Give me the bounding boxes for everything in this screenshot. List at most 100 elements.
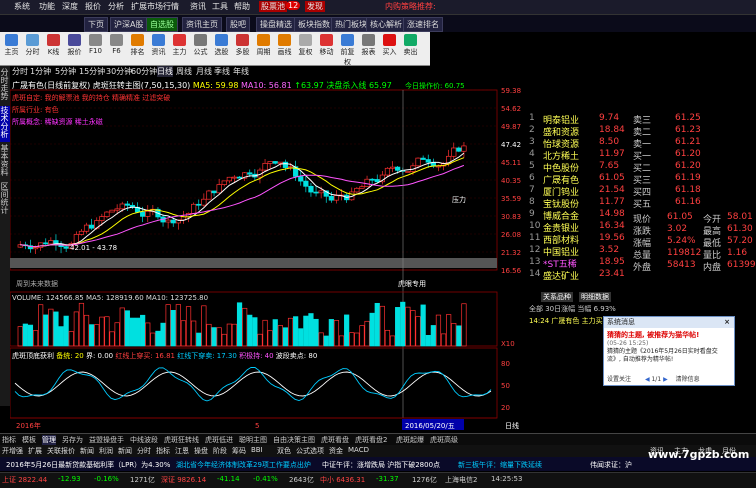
period-3[interactable]: 15分钟	[79, 66, 105, 77]
toolbar2-item-5[interactable]: 新闻	[118, 446, 132, 456]
toolbar2-item-9[interactable]: 操盘	[194, 446, 208, 456]
prev-icon[interactable]: ◀	[645, 376, 650, 383]
toolbar2-item-14[interactable]: 公式选项	[296, 446, 324, 456]
toolbar2-item-8[interactable]: 江恩	[175, 446, 189, 456]
nav-tab-0[interactable]: 下页	[84, 17, 108, 32]
nav-tab-1[interactable]: 沪深A股	[110, 17, 148, 32]
side-tab-0[interactable]: 分时走势	[0, 68, 10, 104]
menu-item-1[interactable]: 功能	[39, 1, 55, 12]
toolbar-timeshare-button[interactable]: 分时	[23, 34, 42, 57]
menu-item-3[interactable]: 报价	[85, 1, 101, 12]
period-7[interactable]: 周线	[176, 66, 192, 77]
toolbar-quote-button[interactable]: 报价	[65, 34, 84, 57]
toolbar2-item-12[interactable]: BBI	[251, 446, 263, 454]
toolbar-main-force-button[interactable]: 主力	[170, 34, 189, 57]
menu-item-2[interactable]: 深度	[62, 1, 78, 12]
toolbar2-item-2[interactable]: 关联报价	[47, 446, 75, 456]
nav-tab-3[interactable]: 资讯主页	[182, 17, 222, 32]
period-8[interactable]: 月线	[196, 66, 212, 77]
indicator-tab-1[interactable]: 模板	[22, 435, 36, 445]
period-6[interactable]: 日线	[157, 66, 173, 77]
period-4[interactable]: 30分钟	[106, 66, 132, 77]
discover-pill[interactable]: 发现	[305, 1, 325, 12]
toolbar-f10-button[interactable]: F10	[86, 34, 105, 55]
indicator-tab-8[interactable]: 聪明主图	[239, 435, 267, 445]
toolbar2-item-6[interactable]: 分时	[137, 446, 151, 456]
indicator-tab-4[interactable]: 益盟操盘手	[89, 435, 124, 445]
toolbar-period-button[interactable]: 周期	[254, 34, 273, 57]
toolbar-front-fuquan-button[interactable]: 前复权	[338, 34, 357, 67]
menu-item-6[interactable]: 资讯	[190, 1, 206, 12]
indicator-tab-7[interactable]: 虎斑低进	[205, 435, 233, 445]
quote-tab-0[interactable]: 关系品种	[541, 292, 573, 302]
period-9[interactable]: 季线	[214, 66, 230, 77]
next-icon[interactable]: ▶	[663, 376, 668, 383]
toolbar-fuquan-button[interactable]: 复权	[296, 34, 315, 57]
toolbar2-item-1[interactable]: 扩展	[28, 446, 42, 456]
nav-tab-6[interactable]: 板块指数	[294, 17, 334, 32]
toolbar2-item-10[interactable]: 阶段	[213, 446, 227, 456]
popup-settings-link[interactable]: 设置关注	[607, 376, 631, 383]
quote-tab-1[interactable]: 明细数据	[579, 292, 611, 302]
toolbar-multi-stock-button[interactable]: 多股	[233, 34, 252, 57]
notification-badge[interactable]: 12	[286, 1, 301, 10]
ticker-item-1[interactable]: 湖北省今年经济体制改革29项工作要点出炉	[176, 460, 311, 470]
toolbar-kline-button[interactable]: K线	[44, 34, 63, 57]
ticker-item-0[interactable]: 2016年5月26日最新贷款基础利率（LPR）为4.30%	[6, 460, 170, 470]
period-10[interactable]: 年线	[233, 66, 249, 77]
kline-chart[interactable]: 广晟有色(日线前复权) 虎斑狂转主图(7,50,15,30) MA5: 59.9…	[9, 78, 525, 433]
menu-item-0[interactable]: 系统	[14, 1, 30, 12]
nav-tab-5[interactable]: 操盘精选	[256, 17, 296, 32]
menu-item-4[interactable]: 分析	[108, 1, 124, 12]
indicator-tab-11[interactable]: 虎斑看盘2	[355, 435, 387, 445]
toolbar2-item-3[interactable]: 新闻	[80, 446, 94, 456]
toolbar-rank-button[interactable]: 排名	[128, 34, 147, 57]
indicator-tab-3[interactable]: 另存为	[62, 435, 83, 445]
toolbar2-item-0[interactable]: 开增强	[2, 446, 23, 456]
toolbar2-item-4[interactable]: 利润	[99, 446, 113, 456]
nav-tab-9[interactable]: 涨速排名	[403, 17, 443, 32]
toolbar2-item-16[interactable]: MACD	[348, 446, 369, 454]
toolbar-home-button[interactable]: 主页	[2, 34, 21, 57]
close-icon[interactable]: ×	[724, 317, 730, 328]
side-tab-3[interactable]: 区间统计	[0, 182, 10, 218]
kline-chart-area[interactable]: 广晟有色(日线前复权) 虎斑狂转主图(7,50,15,30) MA5: 59.9…	[9, 78, 525, 433]
side-tab-2[interactable]: 基本资料	[0, 144, 10, 180]
toolbar2-item-7[interactable]: 指标	[156, 446, 170, 456]
nav-tab-4[interactable]: 股吧	[226, 17, 250, 32]
toolbar-formula-button[interactable]: 公式	[191, 34, 210, 57]
menu-item-7[interactable]: 工具	[212, 1, 228, 12]
period-1[interactable]: 1分钟	[30, 66, 51, 77]
toolbar2-item-13[interactable]: 双色	[277, 446, 291, 456]
ticker-item-4[interactable]: 伟闻求证：沪	[590, 460, 632, 470]
period-0[interactable]: 分时	[12, 66, 28, 77]
popup-headline[interactable]: 猜猜的主题, 被推荐为猫华帖!	[604, 328, 734, 340]
toolbar2-item-11[interactable]: 筹码	[232, 446, 246, 456]
menu-item-8[interactable]: 帮助	[234, 1, 250, 12]
toolbar2-item-15[interactable]: 资金	[329, 446, 343, 456]
indicator-tab-9[interactable]: 自由决策主图	[273, 435, 315, 445]
toolbar-move-button[interactable]: 移动	[317, 34, 336, 57]
toolbar-report-button[interactable]: 报表	[359, 34, 378, 57]
indicator-tab-0[interactable]: 指标	[2, 435, 16, 445]
menu-item-5[interactable]: 扩展市场行情	[131, 1, 179, 12]
indicator-tab-2[interactable]: 管理	[42, 435, 56, 445]
toolbar-buy-button[interactable]: 买入	[380, 34, 399, 57]
nav-tab-2[interactable]: 自选股	[146, 17, 178, 32]
side-tab-1[interactable]: 技术分析	[0, 106, 10, 142]
period-2[interactable]: 5分钟	[55, 66, 76, 77]
ticker-item-2[interactable]: 中证午评：涨增跌局 沪指下破2800点	[322, 460, 440, 470]
indicator-tab-5[interactable]: 中线波段	[130, 435, 158, 445]
popup-clear-link[interactable]: 清除信息	[676, 376, 700, 383]
toolbar-f6-button[interactable]: F6	[107, 34, 126, 55]
indicator-tab-10[interactable]: 虎斑看盘	[321, 435, 349, 445]
ticker-item-3[interactable]: 新三板午评：缩量下跌延续	[458, 460, 542, 470]
nav-tab-8[interactable]: 核心解析	[366, 17, 406, 32]
toolbar-news-button[interactable]: 资讯	[149, 34, 168, 57]
nav-tab-7[interactable]: 热门板块	[331, 17, 371, 32]
toolbar-draw-line-button[interactable]: 画线	[275, 34, 294, 57]
stock-pool-pill[interactable]: 股票池	[259, 1, 287, 12]
toolbar-stock-pick-button[interactable]: 选股	[212, 34, 231, 57]
indicator-tab-13[interactable]: 虎斑高级	[430, 435, 458, 445]
period-5[interactable]: 60分钟	[131, 66, 157, 77]
